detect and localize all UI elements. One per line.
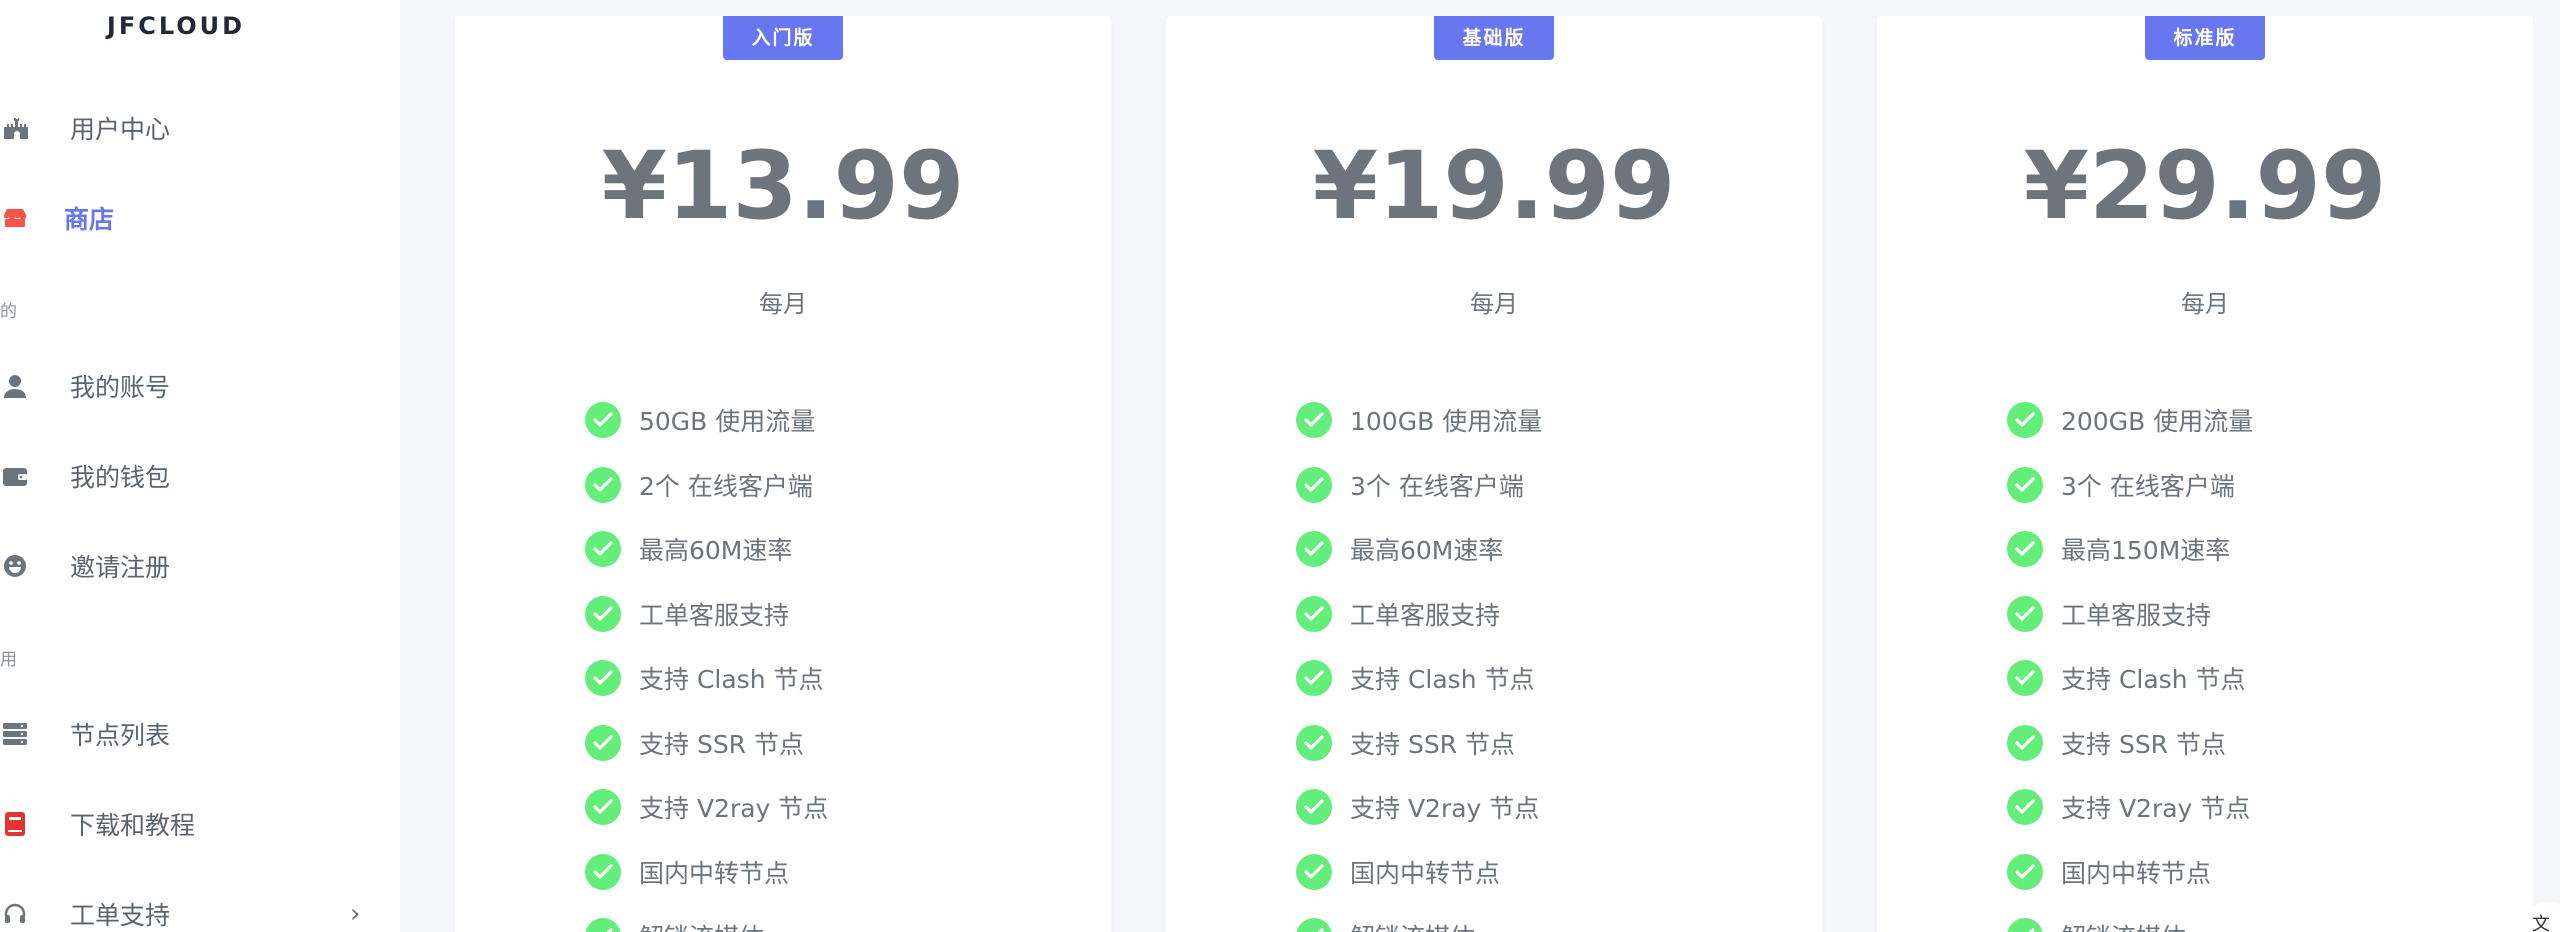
check-circle-icon — [2007, 853, 2043, 890]
feature-item: 解锁流媒体 — [2007, 916, 2487, 932]
check-circle-icon — [2007, 402, 2043, 438]
feature-item: 最高60M速率 — [585, 529, 1065, 569]
headset-icon — [2, 901, 28, 927]
sidebar-item-label: 用户中心 — [70, 115, 171, 144]
check-circle-icon — [2007, 531, 2043, 567]
sidebar: JFCLOUD 用户中心 商店 的 我的账号 我的钱包 邀请注册 用 节点列表 … — [0, 0, 400, 932]
store-icon — [2, 205, 28, 231]
feature-item: 最高60M速率 — [1296, 529, 1776, 569]
feature-item: 支持 SSR 节点 — [1296, 723, 1776, 763]
sidebar-item-store[interactable]: 商店 — [0, 188, 380, 248]
sidebar-item-downloads[interactable]: 下载和教程 — [0, 794, 380, 854]
feature-item: 国内中转节点 — [1296, 852, 1776, 892]
plan-period: 每月 — [759, 290, 807, 318]
pricing-card-standard: 标准版 ¥29.99 每月 200GB 使用流量 3个 在线客户端 最高150M… — [1877, 16, 2533, 932]
plan-badge: 标准版 — [2145, 16, 2265, 60]
check-circle-icon — [2007, 789, 2043, 825]
check-circle-icon — [1296, 724, 1332, 761]
check-circle-icon — [585, 402, 621, 438]
sidebar-item-label: 邀请注册 — [70, 553, 171, 582]
sidebar-item-label: 下载和教程 — [70, 811, 196, 840]
laugh-icon — [2, 553, 28, 579]
sidebar-item-invite[interactable]: 邀请注册 — [0, 536, 380, 596]
feature-item: 50GB 使用流量 — [585, 400, 1065, 440]
feature-item: 支持 V2ray 节点 — [1296, 787, 1776, 827]
feature-item: 解锁流媒体 — [585, 916, 1065, 932]
check-circle-icon — [2007, 660, 2043, 696]
check-circle-icon — [585, 853, 621, 890]
brand-logo[interactable]: JFCLOUD — [0, 12, 352, 40]
pricing-card-basic: 基础版 ¥19.99 每月 100GB 使用流量 3个 在线客户端 最高60M速… — [1166, 16, 1822, 932]
feature-item: 最高150M速率 — [2007, 529, 2487, 569]
check-circle-icon — [2007, 724, 2043, 761]
feature-item: 支持 SSR 节点 — [585, 723, 1065, 763]
feature-item: 工单客服支持 — [585, 594, 1065, 634]
sidebar-section-header: 用 — [0, 650, 17, 670]
plan-badge: 基础版 — [1434, 16, 1554, 60]
feature-item: 支持 Clash 节点 — [2007, 658, 2487, 698]
check-circle-icon — [585, 724, 621, 761]
feature-item: 支持 V2ray 节点 — [585, 787, 1065, 827]
check-circle-icon — [2007, 918, 2043, 932]
feature-item: 支持 V2ray 节点 — [2007, 787, 2487, 827]
check-circle-icon — [2007, 466, 2043, 503]
check-circle-icon — [585, 918, 621, 932]
plan-period: 每月 — [2181, 290, 2229, 318]
check-circle-icon — [585, 466, 621, 503]
feature-item: 国内中转节点 — [2007, 852, 2487, 892]
plan-badge: 入门版 — [723, 16, 843, 60]
check-circle-icon — [585, 595, 621, 632]
user-icon — [2, 373, 28, 399]
translate-icon[interactable]: 文 — [2524, 900, 2560, 932]
sidebar-item-label: 商店 — [64, 205, 115, 234]
page: JFCLOUD 用户中心 商店 的 我的账号 我的钱包 邀请注册 用 节点列表 … — [0, 0, 2560, 932]
sidebar-item-user-center[interactable]: 用户中心 — [0, 98, 380, 158]
check-circle-icon — [585, 531, 621, 567]
sidebar-item-ticket-support[interactable]: 工单支持 › — [0, 884, 380, 932]
check-circle-icon — [585, 660, 621, 696]
feature-item: 100GB 使用流量 — [1296, 400, 1776, 440]
feature-item: 工单客服支持 — [1296, 594, 1776, 634]
check-circle-icon — [1296, 789, 1332, 825]
sidebar-item-label: 节点列表 — [70, 721, 171, 750]
plan-price: ¥13.99 — [601, 132, 965, 241]
plan-price: ¥29.99 — [2023, 132, 2387, 241]
sidebar-item-label: 工单支持 — [70, 901, 171, 930]
feature-item: 支持 SSR 节点 — [2007, 723, 2487, 763]
check-circle-icon — [1296, 853, 1332, 890]
sidebar-section-header: 的 — [0, 302, 17, 322]
sidebar-item-my-wallet[interactable]: 我的钱包 — [0, 446, 380, 506]
svg-text:文: 文 — [2532, 914, 2550, 932]
check-circle-icon — [1296, 466, 1332, 503]
check-circle-icon — [1296, 918, 1332, 932]
sidebar-item-my-account[interactable]: 我的账号 — [0, 356, 380, 416]
feature-item: 3个 在线客户端 — [1296, 465, 1776, 505]
plan-price: ¥19.99 — [1312, 132, 1676, 241]
check-circle-icon — [2007, 595, 2043, 632]
server-icon — [2, 721, 28, 747]
chevron-right-icon[interactable]: › — [350, 899, 360, 929]
check-circle-icon — [1296, 402, 1332, 438]
check-circle-icon — [1296, 660, 1332, 696]
feature-item: 3个 在线客户端 — [2007, 465, 2487, 505]
feature-item: 2个 在线客户端 — [585, 465, 1065, 505]
book-icon — [2, 811, 28, 837]
feature-item: 200GB 使用流量 — [2007, 400, 2487, 440]
castle-icon — [2, 115, 28, 141]
feature-item: 支持 Clash 节点 — [1296, 658, 1776, 698]
sidebar-item-label: 我的账号 — [70, 373, 171, 402]
feature-item: 支持 Clash 节点 — [585, 658, 1065, 698]
check-circle-icon — [585, 789, 621, 825]
feature-item: 工单客服支持 — [2007, 594, 2487, 634]
sidebar-item-node-list[interactable]: 节点列表 — [0, 704, 380, 764]
plan-period: 每月 — [1470, 290, 1518, 318]
feature-item: 国内中转节点 — [585, 852, 1065, 892]
sidebar-item-label: 我的钱包 — [70, 463, 171, 492]
check-circle-icon — [1296, 595, 1332, 632]
wallet-icon — [2, 463, 28, 489]
check-circle-icon — [1296, 531, 1332, 567]
feature-item: 解锁流媒体 — [1296, 916, 1776, 932]
pricing-card-starter: 入门版 ¥13.99 每月 50GB 使用流量 2个 在线客户端 最高60M速率… — [455, 16, 1111, 932]
